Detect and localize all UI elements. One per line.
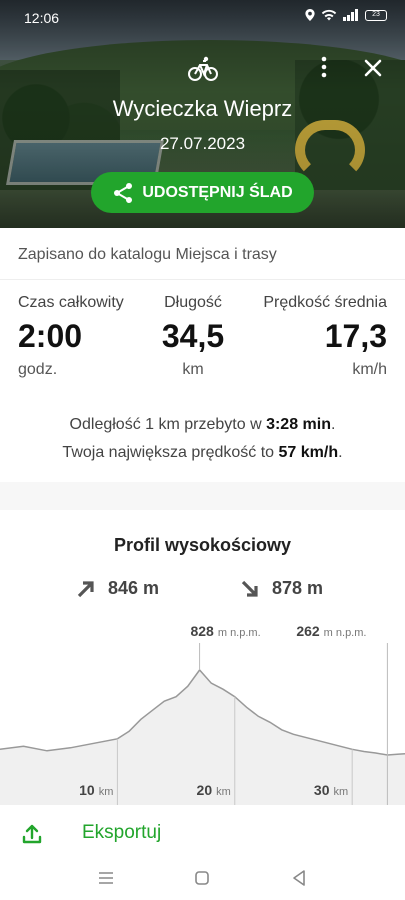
status-bar: 12:06 23 <box>0 0 405 36</box>
export-subtitle-cut <box>82 848 382 856</box>
max-speed-value: 57 km/h <box>278 444 339 461</box>
stat-unit: km <box>182 361 204 378</box>
share-label: UDOSTĘPNIJ ŚLAD <box>142 183 293 201</box>
saved-text: Zapisano do katalogu Miejsca i trasy <box>18 246 277 263</box>
stat-value: 34,5 <box>161 318 225 354</box>
pace-note-prefix: Odległość 1 km przebyto w <box>69 416 267 433</box>
stat-value: 17,3 <box>324 318 387 354</box>
home-icon[interactable] <box>190 866 214 890</box>
max-speed-suffix: . <box>338 444 343 461</box>
bicycle-icon <box>188 56 218 81</box>
stat-label: Prędkość średnia <box>263 294 387 311</box>
trip-title: Wycieczka Wieprz <box>112 96 293 121</box>
max-altitude-value: 828 <box>190 623 214 639</box>
min-altitude-value: 262 <box>296 623 320 639</box>
location-icon <box>305 9 315 21</box>
section-divider <box>0 482 405 510</box>
max-speed-prefix: Twoja największa prędkość to <box>62 444 279 461</box>
stat-label: Czas całkowity <box>18 294 124 311</box>
pace-note-suffix: . <box>331 416 336 433</box>
arrow-down-right-icon <box>241 580 258 597</box>
min-altitude-label: 262 m n.p.m. <box>296 623 366 639</box>
battery-icon: 23 <box>365 9 387 21</box>
system-nav-bar <box>0 856 405 900</box>
stat-unit: km/h <box>352 361 387 378</box>
max-altitude-unit: m n.p.m. <box>218 627 261 639</box>
signal-icon <box>343 9 358 21</box>
ascent-value: 846 m <box>108 578 160 598</box>
upload-icon <box>22 824 42 844</box>
descent-value: 878 m <box>272 578 324 598</box>
stat-distance: Długość 34,5 km <box>160 294 226 379</box>
status-icons: 23 <box>305 9 387 21</box>
min-altitude-unit: m n.p.m. <box>324 627 367 639</box>
pace-note: Odległość 1 km przebyto w 3:28 min. <box>0 416 405 434</box>
export-label: Eksportuj <box>82 822 162 843</box>
total-descent: 878 m <box>240 578 323 599</box>
share-track-button[interactable]: UDOSTĘPNIJ ŚLAD <box>91 172 314 213</box>
stat-label: Długość <box>164 294 222 311</box>
stat-average-speed: Prędkość średnia 17,3 km/h <box>263 294 387 379</box>
stat-total-time: Czas całkowity 2:00 godz. <box>18 294 124 379</box>
share-icon <box>114 182 133 203</box>
wifi-icon <box>321 9 337 21</box>
elevation-chart[interactable]: 828 m n.p.m. 262 m n.p.m. 10 km 20 km 30 km <box>0 615 405 805</box>
elevation-profile-title: Profil wysokościowy <box>113 535 292 555</box>
max-altitude-label: 828 m n.p.m. <box>190 623 260 639</box>
stat-unit: godz. <box>18 361 58 378</box>
back-icon[interactable] <box>287 866 311 890</box>
pace-value: 3:28 min <box>266 416 331 433</box>
status-time: 12:06 <box>24 10 60 26</box>
saved-to-catalog-row[interactable]: Zapisano do katalogu Miejsca i trasy <box>0 228 405 280</box>
arrow-up-right-icon <box>77 580 94 597</box>
more-options-icon[interactable] <box>314 56 334 78</box>
stat-value: 2:00 <box>18 318 83 354</box>
export-row[interactable]: Eksportuj <box>0 806 405 856</box>
close-icon[interactable] <box>362 57 384 79</box>
max-speed-note: Twoja największa prędkość to 57 km/h. <box>0 444 405 462</box>
menu-icon[interactable] <box>94 866 118 890</box>
trip-date: 27.07.2023 <box>159 134 246 153</box>
total-ascent: 846 m <box>76 578 159 599</box>
